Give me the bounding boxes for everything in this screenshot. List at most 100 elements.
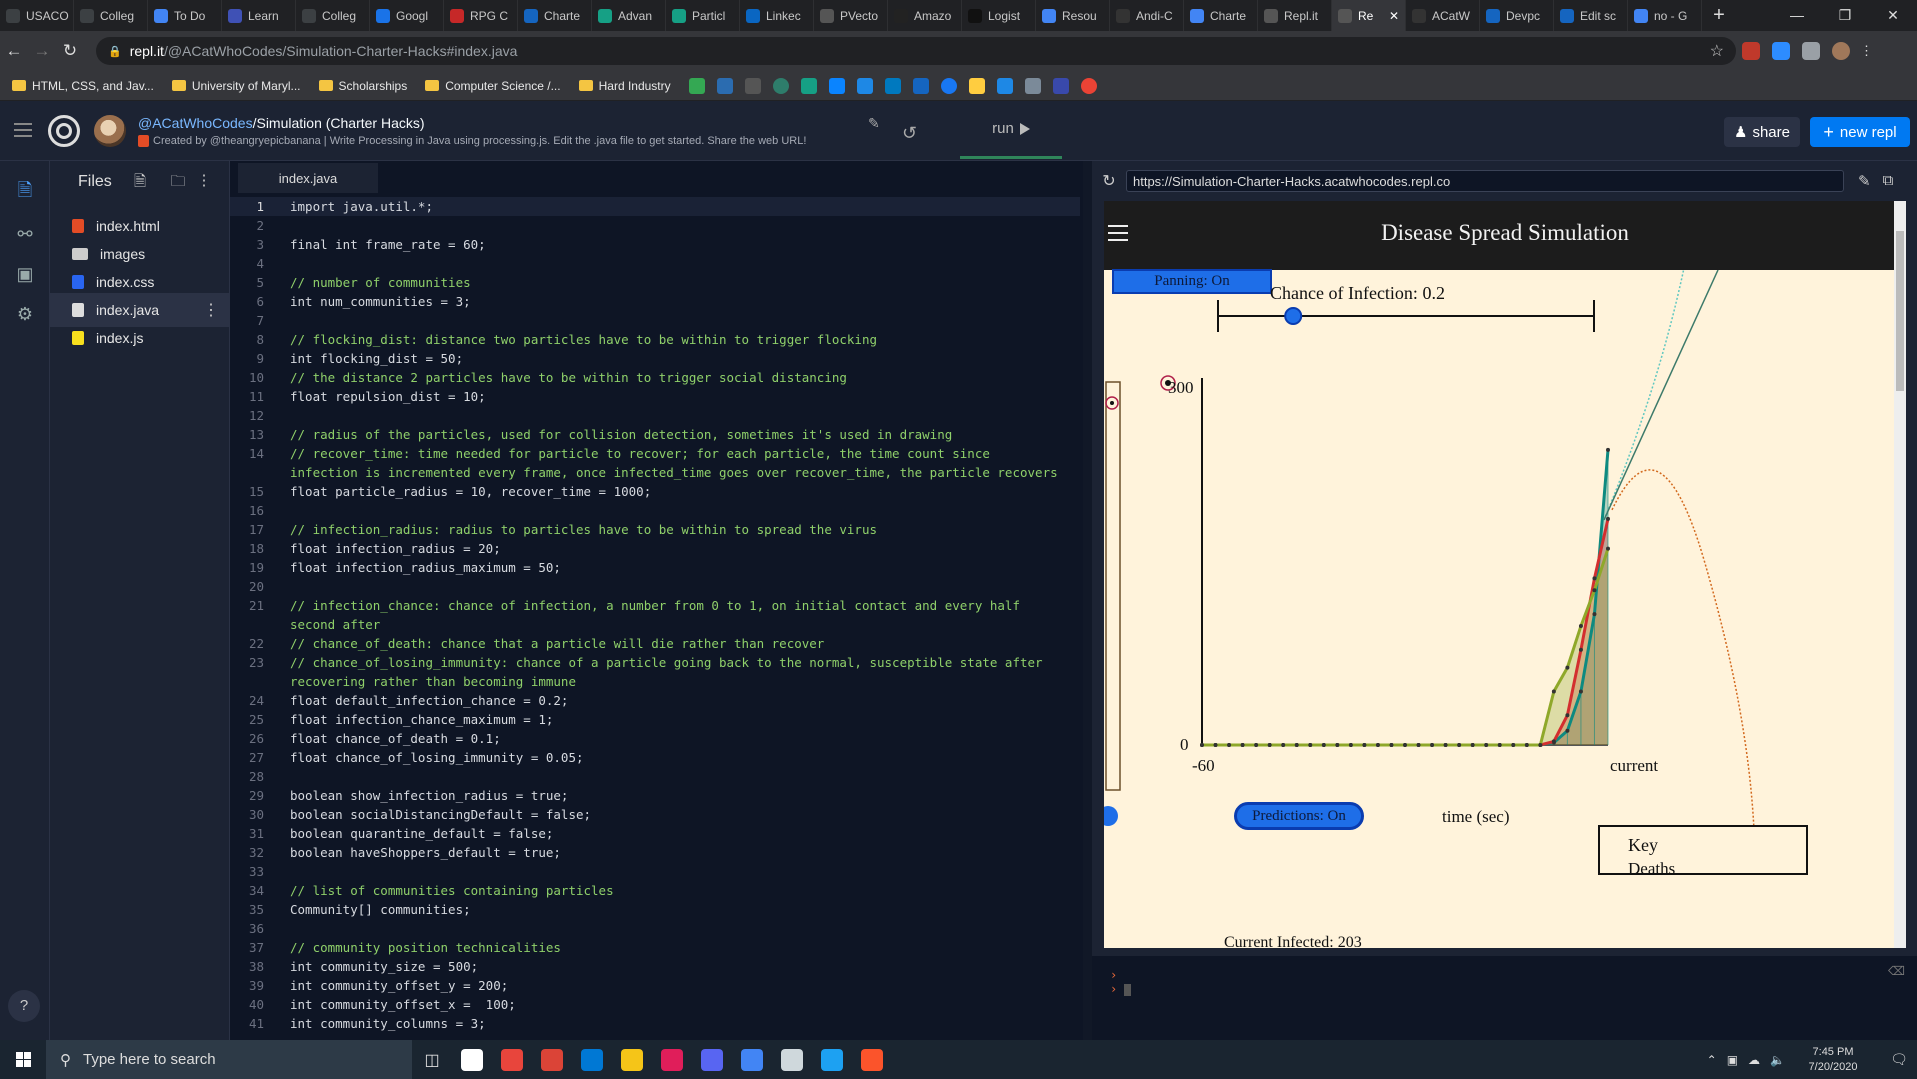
browser-tab[interactable]: Advan [592, 0, 666, 31]
clock[interactable]: 7:45 PM 7/20/2020 [1795, 1045, 1871, 1075]
taskbar-app-icon[interactable] [452, 1040, 492, 1079]
browser-tab[interactable]: Charte [518, 0, 592, 31]
replit-logo[interactable] [48, 115, 80, 147]
zoom-extension-icon[interactable] [1772, 42, 1790, 60]
taskbar-app-icon[interactable] [852, 1040, 892, 1079]
version-control-icon[interactable]: ⚯ [14, 223, 36, 245]
trello-bookmark-icon[interactable] [884, 77, 901, 94]
taskbar-app-icon[interactable] [532, 1040, 572, 1079]
google-drive-bookmark-icon[interactable] [688, 77, 705, 94]
clear-console-icon[interactable]: ⌫ [1888, 964, 1905, 978]
shield-bookmark-icon[interactable] [744, 77, 761, 94]
browser-tab[interactable]: ACatW [1406, 0, 1480, 31]
taskbar-search[interactable]: ⚲ Type here to search [46, 1040, 412, 1079]
browser-tab[interactable]: Linkec [740, 0, 814, 31]
taskbar-app-icon[interactable] [492, 1040, 532, 1079]
bookmark-folder[interactable]: University of Maryl... [171, 79, 301, 93]
taskbar-app-icon[interactable] [692, 1040, 732, 1079]
browser-tab[interactable]: Devpc [1480, 0, 1554, 31]
back-icon[interactable]: ← [0, 41, 28, 61]
browser-tab[interactable]: Charte [1184, 0, 1258, 31]
browser-tab[interactable]: Resou [1036, 0, 1110, 31]
browser-tab[interactable]: Andi-C [1110, 0, 1184, 31]
volume-icon[interactable]: 🔈 [1770, 1053, 1785, 1067]
task-view-icon[interactable]: ◫ [412, 1040, 452, 1079]
extension-icon[interactable] [1742, 42, 1760, 60]
add-file-icon[interactable]: 🗎 [130, 171, 150, 191]
packages-icon[interactable]: ▣ [14, 263, 36, 285]
editor-tab[interactable]: index.java [238, 161, 378, 193]
browser-menu-icon[interactable]: ⋮ [1860, 43, 1873, 59]
webview-reload-icon[interactable]: ↻ [1092, 171, 1126, 191]
menu-icon[interactable] [14, 123, 32, 137]
taskbar-app-icon[interactable] [652, 1040, 692, 1079]
network-icon[interactable]: ▣ [1727, 1053, 1738, 1067]
bookmark-folder[interactable]: HTML, CSS, and Jav... [12, 79, 154, 93]
notifications-icon[interactable]: 🗨 [1881, 1051, 1917, 1068]
new-repl-button[interactable]: + new repl [1810, 117, 1910, 147]
facebook-bookmark-icon[interactable] [940, 77, 957, 94]
bookmark-star-icon[interactable]: ☆ [1710, 41, 1724, 61]
browser-tab[interactable]: Learn [222, 0, 296, 31]
files-menu-icon[interactable]: ⋮ [194, 171, 214, 191]
slider-handle[interactable] [1284, 307, 1303, 325]
forward-icon[interactable]: → [28, 41, 56, 61]
globe-bookmark-icon[interactable] [772, 77, 789, 94]
browser-tab[interactable]: Googl [370, 0, 444, 31]
file-menu-icon[interactable]: ⋮ [203, 300, 219, 320]
windows-start-icon[interactable] [0, 1052, 46, 1067]
taskbar-app-icon[interactable] [572, 1040, 612, 1079]
new-tab-button[interactable]: + [1702, 4, 1736, 27]
run-button[interactable]: run [960, 101, 1062, 159]
add-folder-icon[interactable]: 🗀 [168, 171, 188, 191]
minimize-icon[interactable]: — [1773, 7, 1821, 24]
browser-tab[interactable]: Repl.it [1258, 0, 1332, 31]
drive-bookmark-icon[interactable] [968, 77, 985, 94]
green-bookmark-icon[interactable] [800, 77, 817, 94]
reload-icon[interactable]: ↻ [56, 41, 84, 61]
code-area[interactable]: 1 import java.util.*; 2 3 final int frame_ra… [230, 197, 1080, 1040]
browser-tab[interactable]: PVecto [814, 0, 888, 31]
editor-resize-handle[interactable] [1083, 161, 1092, 1040]
share-button[interactable]: ♟ share [1724, 117, 1800, 147]
app-bookmark-icon[interactable] [996, 77, 1013, 94]
taskbar-app-icon[interactable] [732, 1040, 772, 1079]
repl-owner[interactable]: @ACatWhoCodes [138, 115, 253, 131]
bookmark-folder[interactable]: Hard Industry [578, 79, 671, 93]
edit-pencil-icon[interactable]: ✎ [868, 115, 880, 132]
open-new-window-icon[interactable]: ⧉ [1883, 172, 1894, 190]
predictions-toggle[interactable]: Predictions: On [1234, 802, 1364, 830]
browser-tab[interactable]: Colleg [296, 0, 370, 31]
browser-tab[interactable]: Particl [666, 0, 740, 31]
extensions-puzzle-icon[interactable] [1802, 42, 1820, 60]
bookmark-folder[interactable]: Computer Science /... [425, 79, 561, 93]
partial-blue-button[interactable] [1104, 806, 1118, 826]
taskbar-app-icon[interactable] [612, 1040, 652, 1079]
files-icon[interactable]: 🗎 [14, 179, 36, 201]
browser-tab[interactable]: USACO [0, 0, 74, 31]
google-bookmark-icon[interactable] [1080, 77, 1097, 94]
ms-bookmark-icon[interactable] [716, 77, 733, 94]
calendar-bookmark-icon[interactable] [1052, 77, 1069, 94]
url-bar[interactable]: 🔒 repl.it /@ACatWhoCodes/Simulation-Char… [96, 37, 1736, 65]
close-window-icon[interactable]: ✕ [1869, 7, 1917, 24]
webview-scrollbar[interactable] [1894, 201, 1906, 948]
browser-tab[interactable]: Edit sc [1554, 0, 1628, 31]
dark-bookmark-icon[interactable] [1024, 77, 1041, 94]
file-item[interactable]: index.js [50, 321, 229, 355]
bookmark-folder[interactable]: Scholarships [318, 79, 407, 93]
settings-gear-icon[interactable]: ⚙ [14, 303, 36, 325]
taskbar-app-icon[interactable] [812, 1040, 852, 1079]
history-icon[interactable]: ↺ [902, 123, 917, 144]
browser-tab[interactable]: Colleg [74, 0, 148, 31]
browser-tab[interactable]: To Do [148, 0, 222, 31]
panning-toggle[interactable]: Panning: On [1112, 269, 1272, 294]
avatar[interactable] [94, 115, 126, 147]
onedrive-bookmark-icon[interactable] [828, 77, 845, 94]
help-button[interactable]: ? [8, 990, 40, 1022]
restore-icon[interactable]: ❐ [1821, 7, 1869, 24]
browser-tab[interactable]: Amazo [888, 0, 962, 31]
webview-edit-icon[interactable]: ✎ [1858, 172, 1871, 190]
close-tab-icon[interactable]: ✕ [1389, 9, 1399, 23]
browser-tab[interactable]: RPG C [444, 0, 518, 31]
